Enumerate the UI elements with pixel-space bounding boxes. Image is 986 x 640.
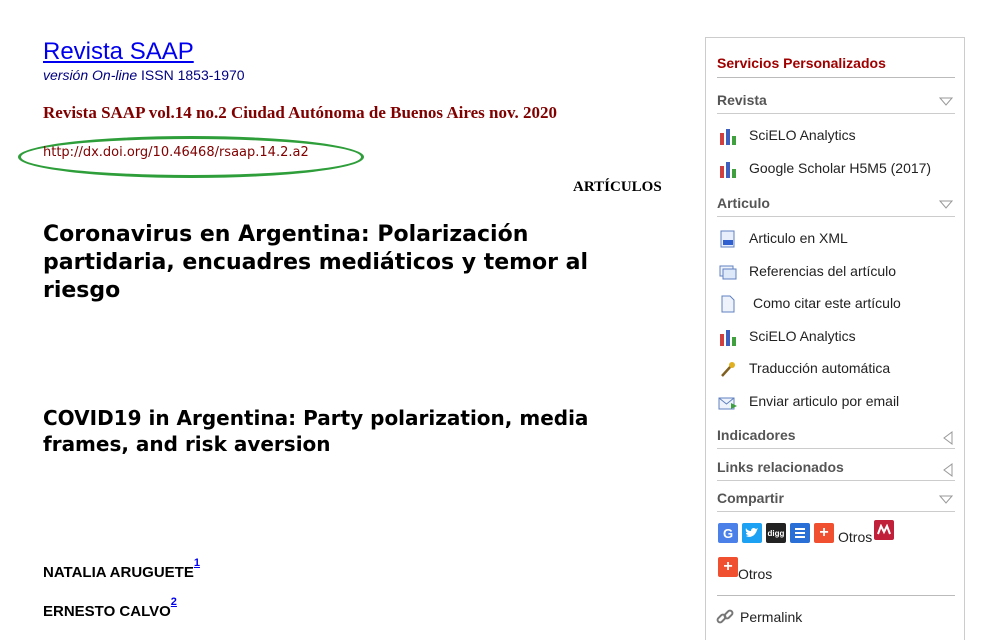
link-chain-icon: [716, 608, 734, 626]
plus-share-icon[interactable]: +: [814, 523, 834, 543]
magic-wand-icon: [718, 358, 738, 378]
document-icon: [718, 293, 738, 313]
sidebar-item-scielo-analytics-2[interactable]: SciELO Analytics: [718, 324, 856, 348]
digg-share-icon[interactable]: digg: [766, 523, 786, 543]
chevron-down-icon: [939, 495, 953, 504]
delicious-share-icon[interactable]: [790, 523, 810, 543]
sidebar-item-label: Articulo en XML: [749, 230, 848, 246]
sidebar-item-label: Como citar este artículo: [753, 295, 901, 311]
sidebar-item-google-scholar[interactable]: Google Scholar H5M5 (2017): [718, 156, 931, 180]
chevron-left-icon: [943, 431, 953, 445]
references-icon: [718, 261, 738, 281]
sidebar-item-label: Traducción automática: [749, 360, 891, 376]
sidebar-item-label: Google Scholar H5M5 (2017): [749, 160, 932, 176]
section-label: Revista: [717, 92, 767, 108]
permalink-link[interactable]: Permalink: [716, 608, 802, 626]
section-indicadores[interactable]: Indicadores: [717, 427, 955, 449]
section-label: Articulo: [717, 195, 770, 211]
chevron-left-icon: [943, 463, 953, 477]
bar-chart-icon: [718, 125, 738, 145]
otros-link[interactable]: Otros: [738, 566, 772, 582]
article-title-es: Coronavirus en Argentina: Polarización p…: [43, 222, 589, 303]
section-label: Compartir: [717, 490, 784, 506]
section-label: Links relacionados: [717, 459, 844, 475]
author-footnote-link[interactable]: 1: [194, 557, 200, 569]
section-label: Indicadores: [717, 427, 796, 443]
share-more: + Otros: [718, 557, 772, 582]
otros-link[interactable]: Otros: [838, 529, 872, 545]
issn-value: ISSN 1853-1970: [137, 67, 245, 83]
article-title-en: COVID19 in Argentina: Party polarization…: [43, 406, 589, 456]
chevron-down-icon: [939, 200, 953, 209]
author-footnote-link[interactable]: 2: [171, 596, 177, 608]
services-sidebar: Servicios Personalizados Revista SciELO …: [705, 37, 965, 640]
sidebar-item-referencias[interactable]: Referencias del artículo: [718, 259, 896, 283]
sidebar-item-label: Enviar articulo por email: [749, 393, 900, 409]
issue-line: Revista SAAP vol.14 no.2 Ciudad Autónoma…: [43, 103, 558, 122]
sidebar-item-traduccion[interactable]: Traducción automática: [718, 356, 890, 380]
author-calvo: ERNESTO CALVO2: [43, 596, 177, 620]
author-aruguete: NATALIA ARUGUETE1: [43, 557, 200, 581]
xml-document-icon: [718, 228, 738, 248]
sidebar-item-label: Referencias del artículo: [749, 263, 897, 279]
sidebar-item-xml[interactable]: Articulo en XML: [718, 226, 848, 250]
divider: [717, 595, 955, 596]
share-buttons: G digg + Otros: [718, 520, 898, 545]
doi-link[interactable]: http://dx.doi.org/10.46468/rsaap.14.2.a2: [43, 145, 309, 160]
author-name: ERNESTO CALVO: [43, 603, 171, 621]
journal-title-link[interactable]: Revista SAAP: [43, 38, 194, 66]
sidebar-item-enviar-email[interactable]: Enviar articulo por email: [718, 389, 899, 413]
section-label: ARTÍCULOS: [573, 179, 662, 195]
journal-issn: versión On-line ISSN 1853-1970: [43, 67, 245, 83]
chevron-down-icon: [939, 97, 953, 106]
email-icon: [718, 391, 738, 411]
twitter-share-icon[interactable]: [742, 523, 762, 543]
sidebar-item-scielo-analytics[interactable]: SciELO Analytics: [718, 123, 856, 147]
bar-chart-icon: [718, 326, 738, 346]
section-revista[interactable]: Revista: [717, 92, 955, 114]
section-articulo[interactable]: Articulo: [717, 195, 955, 217]
version-label: versión On-line: [43, 67, 138, 83]
mendeley-share-icon[interactable]: [874, 520, 895, 540]
sidebar-heading: Servicios Personalizados: [717, 55, 955, 78]
section-links-relacionados[interactable]: Links relacionados: [717, 459, 955, 481]
section-compartir[interactable]: Compartir: [717, 490, 955, 512]
bar-chart-icon: [718, 158, 738, 178]
sidebar-item-label: SciELO Analytics: [749, 127, 856, 143]
sidebar-item-como-citar[interactable]: Como citar este artículo: [718, 291, 901, 315]
plus-share-icon[interactable]: +: [718, 557, 738, 577]
author-name: NATALIA ARUGUETE: [43, 564, 194, 582]
sidebar-item-label: SciELO Analytics: [749, 328, 856, 344]
permalink-label: Permalink: [740, 609, 803, 625]
google-share-icon[interactable]: G: [718, 523, 738, 543]
